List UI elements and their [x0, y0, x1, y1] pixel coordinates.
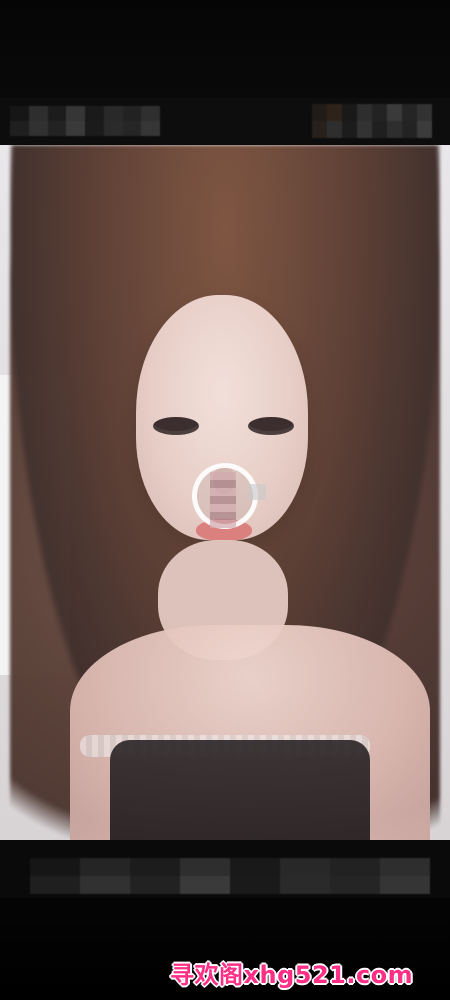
- right-eye: [248, 417, 294, 435]
- video-screen: 寻欢阁xhg521.com: [0, 0, 450, 1000]
- pixelated-center-glyph: [210, 472, 236, 528]
- site-watermark: 寻欢阁xhg521.com: [170, 961, 414, 989]
- pixelated-ui-bottom: [30, 858, 430, 894]
- pixelated-center-glyph-secondary: [248, 484, 266, 500]
- pixelated-ui-top-right: [312, 104, 432, 138]
- left-eye: [153, 417, 199, 435]
- pixelated-ui-top-left: [10, 106, 160, 136]
